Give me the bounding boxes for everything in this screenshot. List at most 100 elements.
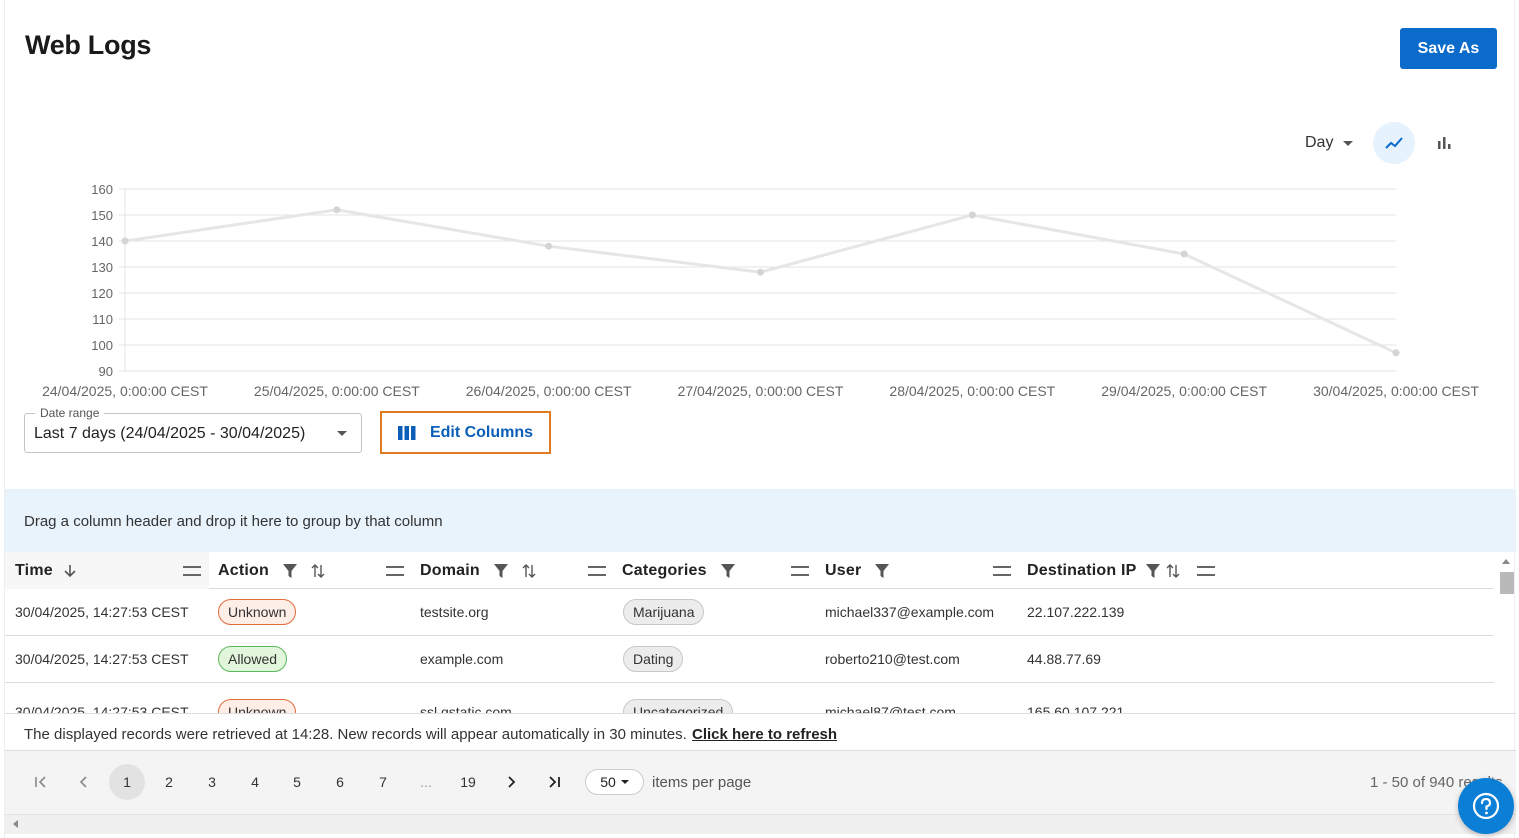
chart-controls: Day <box>1305 122 1473 164</box>
table-row[interactable]: 30/04/2025, 14:27:53 CEST Unknown testsi… <box>5 589 1494 636</box>
column-menu-icon[interactable] <box>993 566 1011 576</box>
last-page-icon <box>549 776 560 788</box>
y-tick-label: 130 <box>91 260 113 275</box>
save-as-button[interactable]: Save As <box>1400 28 1497 69</box>
y-tick-label: 160 <box>91 182 113 197</box>
column-header-time[interactable]: Time <box>5 552 209 589</box>
events-line-chart: 160 150 140 130 120 110 100 90 24/04/2025, 0:00:… <box>42 182 1479 399</box>
page-horizontal-scrollbar[interactable] <box>5 814 1516 834</box>
date-range-label: Date range <box>35 406 105 420</box>
column-menu-icon[interactable] <box>386 566 404 576</box>
filter-icon[interactable] <box>875 563 890 578</box>
logs-table: Time Action Domain Categories User Desti… <box>5 552 1494 713</box>
granularity-select[interactable]: Day <box>1305 134 1354 152</box>
caret-down-icon <box>337 431 347 436</box>
first-page-icon <box>35 776 46 788</box>
scroll-up-icon[interactable] <box>1502 559 1510 564</box>
page-button-4[interactable]: 4 <box>237 764 273 800</box>
column-header-categories[interactable]: Categories <box>622 552 820 589</box>
x-tick-label: 25/04/2025, 0:00:00 CEST <box>254 383 420 399</box>
category-badge: Uncategorized <box>623 699 734 713</box>
action-badge: Unknown <box>218 699 297 713</box>
cell-domain: testsite.org <box>420 604 489 620</box>
line-chart-icon <box>1385 137 1404 149</box>
cell-user: michael337@example.com <box>825 604 995 620</box>
page-button-1[interactable]: 1 <box>109 764 145 800</box>
data-point[interactable] <box>121 237 129 245</box>
column-header-destination-ip[interactable]: Destination IP <box>1027 552 1227 589</box>
page-button-19[interactable]: 19 <box>450 764 486 800</box>
cell-user: roberto210@test.com <box>825 651 960 667</box>
scroll-left-icon[interactable] <box>13 820 18 828</box>
refresh-notice: The displayed records were retrieved at … <box>5 713 1516 751</box>
line-chart-button[interactable] <box>1373 122 1416 164</box>
cell-domain: example.com <box>420 651 504 667</box>
data-point[interactable] <box>757 268 764 276</box>
page-size-value: 50 <box>600 774 616 790</box>
filter-icon[interactable] <box>282 563 297 578</box>
column-header-domain[interactable]: Domain <box>420 552 618 589</box>
data-point[interactable] <box>968 211 976 219</box>
refresh-link[interactable]: Click here to refresh <box>692 726 837 743</box>
cell-category: Dating <box>623 636 684 682</box>
filter-icon[interactable] <box>720 563 735 578</box>
x-tick-label: 26/04/2025, 0:00:00 CEST <box>466 383 632 399</box>
sort-desc-icon[interactable] <box>63 564 77 578</box>
filter-icon[interactable] <box>1146 563 1161 578</box>
edit-columns-button[interactable]: Edit Columns <box>380 411 551 454</box>
page-button-7[interactable]: 7 <box>365 764 401 800</box>
page-ellipsis[interactable]: ... <box>408 764 444 800</box>
column-menu-icon[interactable] <box>183 566 201 576</box>
table-vertical-scrollbar[interactable] <box>1498 555 1516 715</box>
column-menu-icon[interactable] <box>588 566 606 576</box>
bar-chart-button[interactable] <box>1423 122 1465 164</box>
series-line <box>124 208 1397 355</box>
sort-icon[interactable] <box>522 563 536 578</box>
table-row[interactable]: 30/04/2025, 14:27:53 CEST Allowed exampl… <box>5 636 1494 683</box>
table-header: Time Action Domain Categories User Desti… <box>5 552 1494 589</box>
page-button-6[interactable]: 6 <box>322 764 358 800</box>
column-header-action[interactable]: Action <box>218 552 416 589</box>
granularity-value: Day <box>1305 134 1334 151</box>
sort-icon[interactable] <box>311 563 325 578</box>
help-button[interactable] <box>1458 778 1514 834</box>
table-row[interactable]: 30/04/2025, 14:27:53 CEST Unknown ssl.gs… <box>5 683 1494 713</box>
page-button-5[interactable]: 5 <box>279 764 315 800</box>
x-tick-label: 29/04/2025, 0:00:00 CEST <box>1101 383 1267 399</box>
column-header-user[interactable]: User <box>825 552 1023 589</box>
cell-category: Uncategorized <box>623 689 734 713</box>
edit-columns-label: Edit Columns <box>429 423 534 441</box>
page-size-select[interactable]: 50 <box>585 769 644 795</box>
data-point[interactable] <box>545 242 553 250</box>
data-point[interactable] <box>333 206 341 214</box>
data-point[interactable] <box>1180 250 1188 258</box>
date-range-value: Last 7 days (24/04/2025 - 30/04/2025) <box>34 425 306 442</box>
date-range-select[interactable]: Date range Last 7 days (24/04/2025 - 30/… <box>24 406 362 453</box>
y-tick-label: 110 <box>92 312 113 327</box>
column-menu-icon[interactable] <box>1197 566 1215 576</box>
cell-category: Marijuana <box>623 589 705 635</box>
cell-destination-ip: 44.88.77.69 <box>1027 651 1101 667</box>
sort-icon[interactable] <box>1166 563 1180 578</box>
chevron-left-icon <box>79 776 87 788</box>
page-button-3[interactable]: 3 <box>194 764 230 800</box>
next-page-button[interactable] <box>493 764 529 800</box>
scrollbar-thumb[interactable] <box>1500 572 1514 594</box>
previous-page-button[interactable] <box>66 764 102 800</box>
group-by-drop-zone[interactable]: Drag a column header and drop it here to… <box>5 489 1516 552</box>
filter-icon[interactable] <box>493 563 508 578</box>
chevron-right-icon <box>508 776 516 788</box>
group-by-hint: Drag a column header and drop it here to… <box>24 513 443 530</box>
column-menu-icon[interactable] <box>791 566 809 576</box>
columns-icon <box>397 425 416 440</box>
page-button-2[interactable]: 2 <box>151 764 187 800</box>
first-page-button[interactable] <box>23 764 59 800</box>
data-point[interactable] <box>1392 349 1400 357</box>
y-tick-label: 100 <box>91 338 113 353</box>
help-question-icon <box>1472 792 1500 820</box>
category-badge: Dating <box>623 646 684 672</box>
last-page-button[interactable] <box>536 764 572 800</box>
cell-action: Allowed <box>218 636 288 682</box>
cell-destination-ip: 22.107.222.139 <box>1027 604 1125 620</box>
y-tick-label: 120 <box>91 286 113 301</box>
